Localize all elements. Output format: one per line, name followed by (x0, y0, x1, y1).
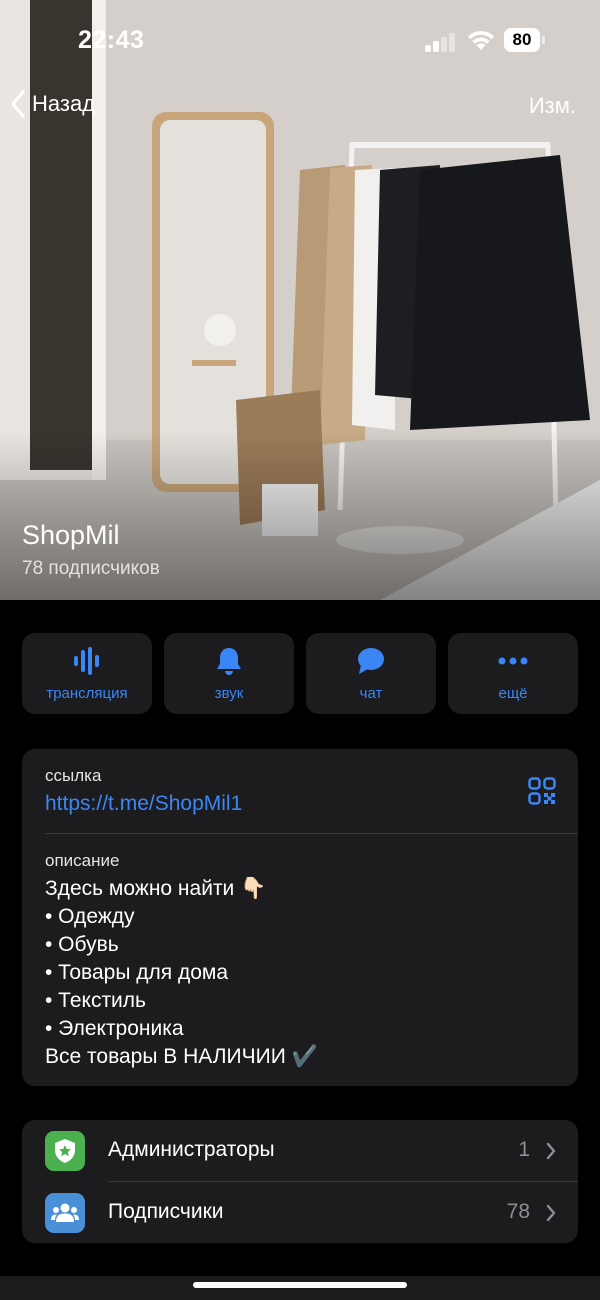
more-icon (498, 657, 528, 665)
subscribers-row[interactable]: Подписчики 78 (22, 1182, 578, 1243)
battery-indicator: 80 (504, 28, 540, 52)
description-line: Все товары В НАЛИЧИИ ✔️ (45, 1045, 318, 1068)
channel-title: ShopMil (22, 520, 120, 550)
back-label: Назад (32, 91, 96, 116)
description-line: • Товары для дома (45, 961, 229, 984)
home-indicator[interactable] (193, 1282, 407, 1288)
administrators-label: Администраторы (108, 1138, 275, 1161)
sound-button[interactable]: звук (164, 633, 294, 714)
wifi-icon (468, 30, 494, 50)
action-buttons: трансляция звук чат ещё (22, 633, 578, 714)
link-label: ссылка (45, 766, 102, 785)
chevron-right-icon (546, 1142, 556, 1160)
chevron-left-icon (11, 90, 25, 118)
shield-star-icon (45, 1131, 85, 1171)
battery-tip (542, 36, 545, 44)
description-label: описание (45, 851, 120, 870)
broadcast-button[interactable]: трансляция (22, 633, 152, 714)
subscriber-count: 78 подписчиков (22, 558, 160, 579)
status-time: 22:43 (78, 26, 145, 54)
subscribers-label: Подписчики (108, 1200, 224, 1223)
chat-button[interactable]: чат (306, 633, 436, 714)
description-line: • Текстиль (45, 989, 146, 1012)
info-divider (45, 833, 578, 834)
chat-label: чат (359, 685, 383, 702)
description-line: • Обувь (45, 933, 119, 956)
edit-button[interactable]: Изм. (529, 93, 576, 119)
channel-members-list: Администраторы 1 Подписчики 78 (22, 1120, 578, 1243)
channel-description: Здесь можно найти 👇🏻 • Одежду • Обувь • … (45, 875, 318, 1071)
sound-label: звук (214, 685, 244, 702)
bottom-bar (0, 1276, 600, 1300)
channel-info-card: ссылка https://t.me/ShopMil1 описание Зд… (22, 749, 578, 1086)
bell-icon (217, 648, 241, 675)
administrators-row[interactable]: Администраторы 1 (22, 1120, 578, 1182)
people-icon (45, 1193, 85, 1233)
broadcast-icon (74, 647, 99, 675)
qr-code-icon[interactable] (528, 777, 556, 805)
description-line: • Электроника (45, 1017, 184, 1040)
cellular-signal-icon (425, 32, 457, 52)
status-bar: 22:43 80 (0, 0, 600, 82)
chat-bubble-icon (358, 648, 384, 674)
chevron-right-icon (546, 1204, 556, 1222)
subscribers-count: 78 (506, 1200, 530, 1223)
description-line: Здесь можно найти 👇🏻 (45, 877, 267, 900)
more-button[interactable]: ещё (448, 633, 578, 714)
more-label: ещё (498, 685, 528, 702)
description-line: • Одежду (45, 905, 135, 928)
channel-link[interactable]: https://t.me/ShopMil1 (45, 792, 242, 816)
administrators-count: 1 (518, 1138, 530, 1161)
broadcast-label: трансляция (46, 685, 128, 702)
back-button[interactable]: Назад (10, 90, 95, 118)
